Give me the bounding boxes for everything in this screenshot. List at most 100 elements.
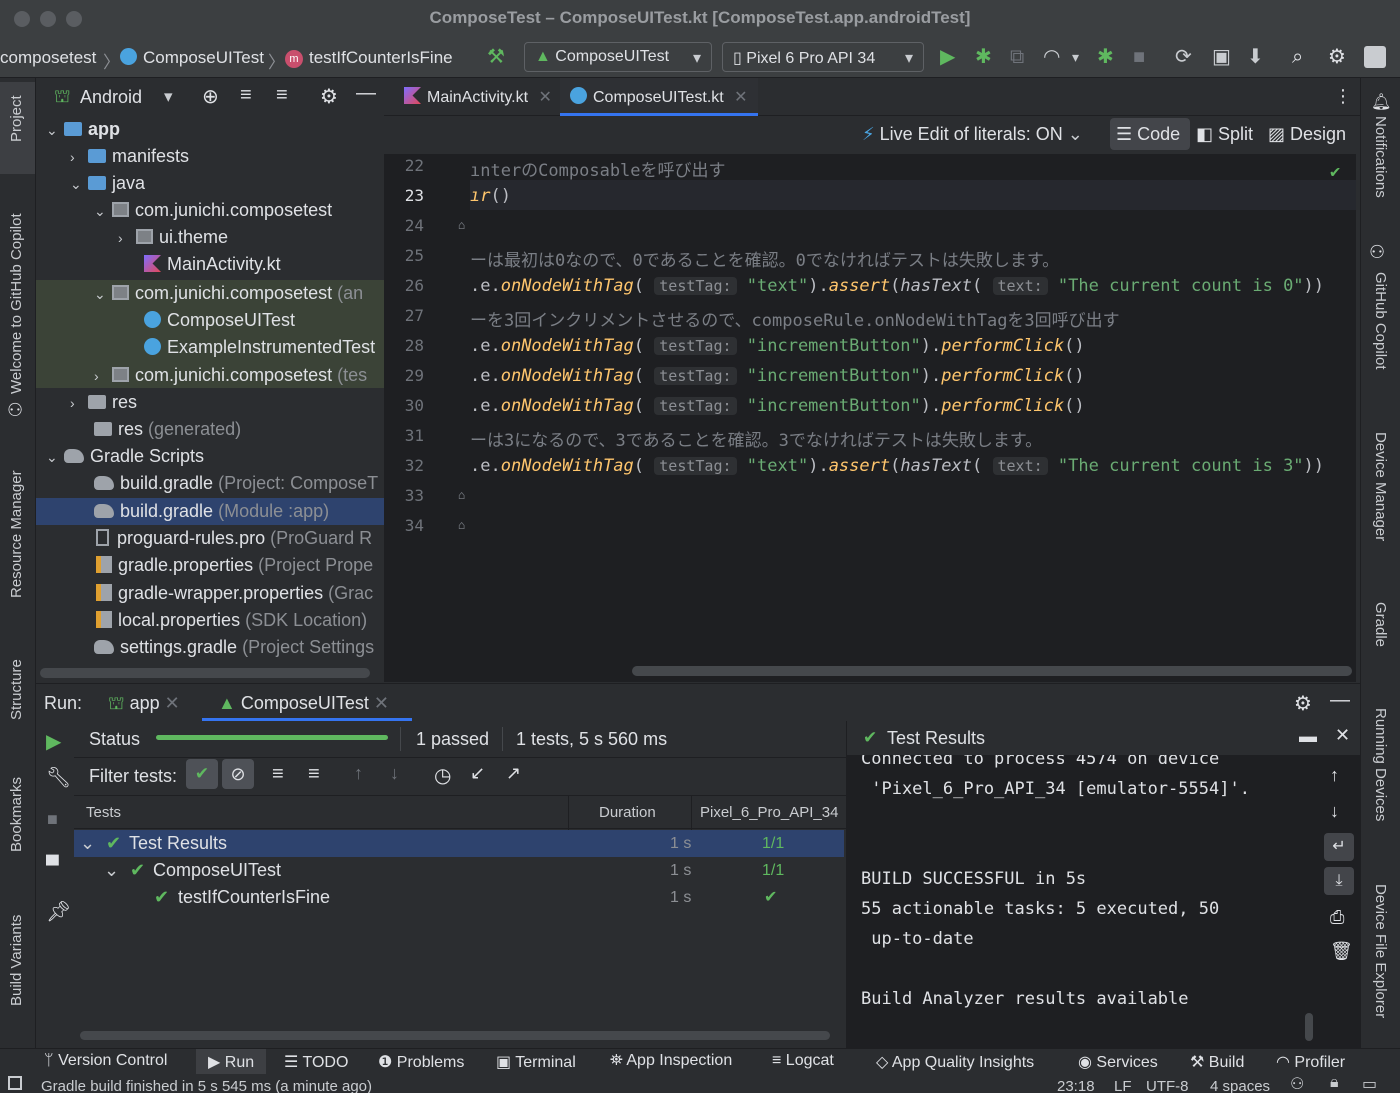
previous-failed-icon[interactable]: ↑ [354,763,363,784]
layout-icon[interactable]: ▀ [46,855,59,876]
tab-build-variants[interactable]: Build Variants [8,915,25,1006]
expand-all-icon[interactable]: ≡ [272,763,284,786]
tests-hscrollbar[interactable] [80,1031,830,1040]
fold-icon[interactable]: ⌂ [458,518,465,532]
editor-hscrollbar[interactable] [632,666,1352,676]
tree-item-build-gradle-project[interactable]: build.gradle (Project: ComposeT [94,470,378,497]
collapse-all-icon[interactable]: ≡ [308,763,320,786]
run-tab-app[interactable]: ⛫ app ✕ [108,693,180,717]
code-editor[interactable]: ınterのComposableを呼び出す ır() ーは最初は0なので、0であ… [470,154,1356,682]
toolwindow-logcat[interactable]: ≡ Logcat [772,1052,834,1070]
export-icon[interactable]: ↗ [506,763,521,784]
console-output[interactable]: Connected to process 4574 on device 'Pix… [846,755,1302,1048]
import-icon[interactable]: ↙ [470,763,485,784]
tree-item-exampleinstrumentedtest[interactable]: ExampleInstrumentedTest [144,334,375,361]
toolwindow-build[interactable]: ⚒ Build [1190,1052,1244,1072]
breadcrumb-class[interactable]: ComposeUITest [120,48,264,68]
attach-debugger-icon[interactable]: ✱ [1097,46,1114,68]
project-scrollbar[interactable] [40,668,370,678]
design-mode-button[interactable]: ▨ Design [1268,124,1346,145]
gear-icon[interactable]: ⚙ [1328,46,1346,68]
locate-icon[interactable]: ⊕ [202,84,219,109]
tree-item-mainactivity[interactable]: MainActivity.kt [144,251,281,278]
memory-icon[interactable]: ▭ [1362,1074,1377,1093]
status-message[interactable]: Gradle build finished in 5 s 545 ms (a m… [41,1078,372,1093]
line-separator[interactable]: LF [1114,1078,1132,1093]
tree-item-composeuitest[interactable]: ComposeUITest [144,307,295,334]
scroll-up-icon[interactable]: ↑ [1330,765,1339,786]
tree-item-res[interactable]: › res [70,389,137,416]
tree-item-gradle-scripts[interactable]: ⌄ Gradle Scripts [46,443,204,470]
hide-panel-icon[interactable]: — [356,82,376,105]
tree-item-manifests[interactable]: › manifests [70,143,189,170]
tree-item-proguard[interactable]: proguard-rules.pro (ProGuard R [96,525,372,552]
hammer-icon[interactable]: ⚒ [487,46,505,68]
tab-device-file-explorer[interactable]: Device File Explorer [1372,884,1389,1018]
tree-item-package-androidtest[interactable]: ⌄ com.junichi.composetest (an [94,280,363,307]
file-encoding[interactable]: UTF-8 [1146,1078,1189,1093]
column-duration[interactable]: Duration [599,796,656,830]
cursor-position[interactable]: 23:18 [1057,1078,1095,1093]
close-icon[interactable]: ✕ [165,693,180,713]
profile-icon[interactable]: ◠ [1043,46,1060,68]
close-icon[interactable]: ✕ [734,89,747,106]
history-icon[interactable]: ◷ [434,763,451,788]
project-view-select[interactable]: Android [80,87,142,108]
scroll-to-end-toggle[interactable]: ⤓ [1324,867,1354,895]
toolwindow-version-control[interactable]: ᛘ Version Control [44,1052,167,1070]
tree-item-package[interactable]: ⌄ com.junichi.composetest [94,197,332,224]
tab-github-copilot[interactable]: Welcome to GitHub Copilot [8,213,25,394]
run-tab-composeuitest[interactable]: ▲ ComposeUITest ✕ [218,693,389,714]
tab-running-devices[interactable]: Running Devices [1372,708,1389,821]
more-run-options-icon[interactable]: ▾ [1072,46,1079,68]
live-edit-toggle[interactable]: ⚡ Live Edit of literals: ON ⌄ [862,124,1083,145]
restore-icon[interactable]: ▬ [1299,726,1317,747]
run-config-select[interactable]: ▲ ComposeUITest ▾ [524,42,712,72]
scroll-down-icon[interactable]: ↓ [1330,801,1339,822]
tree-item-java[interactable]: ⌄ java [70,170,145,197]
next-failed-icon[interactable]: ↓ [390,763,399,784]
column-tests[interactable]: Tests [86,796,121,830]
tab-bookmarks[interactable]: Bookmarks [8,777,25,852]
tree-item-app[interactable]: ⌄ app [46,116,120,143]
chevron-down-icon[interactable]: ▾ [164,87,173,107]
console-vscrollbar[interactable] [1305,1013,1313,1041]
more-vertical-icon[interactable]: ⋮ [1334,86,1352,107]
soft-wrap-toggle[interactable]: ↵ [1324,833,1354,861]
lock-icon[interactable]: 🔒︎ [1330,1074,1339,1092]
pin-icon[interactable]: 📌︎ [46,899,71,924]
tree-item-settings-gradle[interactable]: settings.gradle (Project Settings [94,634,374,661]
tree-item-build-gradle-module[interactable]: build.gradle (Module :app) [94,498,329,525]
inspections-ok-icon[interactable]: ✔ [1330,162,1340,182]
stop-icon[interactable]: ■ [1133,46,1145,68]
indent-setting[interactable]: 4 spaces [1210,1078,1270,1093]
show-ignored-toggle[interactable]: ⊘ [222,759,254,789]
device-manager-icon[interactable]: ▣ [1212,46,1231,68]
sync-gradle-icon[interactable]: ⟳ [1175,46,1192,68]
panel-toggle-icon[interactable] [8,1076,22,1090]
toolwindow-run[interactable]: ▶ Run [208,1052,254,1072]
toolwindow-services[interactable]: ◉ Services [1078,1052,1158,1072]
tab-gradle[interactable]: Gradle [1372,602,1389,647]
apply-changes-icon[interactable]: ⧉ [1010,46,1024,68]
tab-composeuitest[interactable]: ComposeUITest.kt ✕ [560,78,758,116]
sdk-manager-icon[interactable]: ⬇ [1247,46,1264,68]
toolwindow-app-inspection[interactable]: ⛯ App Inspection [610,1052,732,1070]
tab-notifications[interactable]: Notifications [1372,116,1389,198]
close-icon[interactable]: ✕ [1335,725,1350,746]
tab-project[interactable]: Project [8,95,25,142]
close-icon[interactable]: ✕ [374,693,389,713]
split-mode-button[interactable]: ◧ Split [1196,124,1253,145]
fold-icon[interactable]: ⌂ [458,488,465,502]
tree-item-local-properties[interactable]: local.properties (SDK Location) [96,607,367,634]
wrench-icon[interactable]: 🔧︎ [46,765,71,790]
search-icon[interactable]: ⌕ [1292,46,1303,68]
tab-mainactivity[interactable]: MainActivity.kt ✕ [394,78,562,116]
toolwindow-todo[interactable]: ☰ TODO [284,1052,348,1072]
stop-icon[interactable]: ■ [47,809,58,830]
copilot-icon[interactable]: ⚇ [1290,1074,1304,1093]
run-icon[interactable]: ▶ [940,46,955,68]
trash-icon[interactable]: 🗑︎ [1330,941,1353,962]
tree-item-gradle-properties[interactable]: gradle.properties (Project Prope [96,552,373,579]
table-row[interactable]: ✔ testIfCounterIsFine 1 s ✔ [74,884,844,911]
